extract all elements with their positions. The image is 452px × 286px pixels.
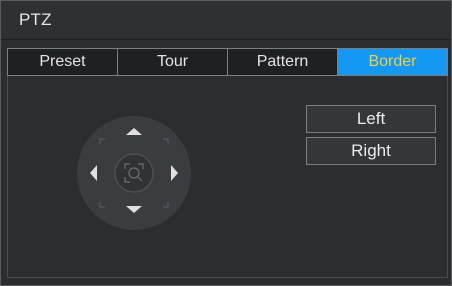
ptz-direction-pad <box>77 116 191 230</box>
left-button[interactable]: Left <box>306 105 436 133</box>
tab-border[interactable]: Border <box>338 49 447 75</box>
tab-pattern[interactable]: Pattern <box>228 49 338 75</box>
right-button[interactable]: Right <box>306 137 436 165</box>
ptz-dialog: PTZ Preset Tour Pattern Border Left Righ… <box>0 0 452 286</box>
dialog-title: PTZ <box>19 10 52 29</box>
title-bar: PTZ <box>1 1 451 40</box>
zoom-center-icon[interactable] <box>114 153 154 193</box>
tab-preset[interactable]: Preset <box>8 49 118 75</box>
tab-bar: Preset Tour Pattern Border <box>7 48 448 76</box>
tab-tour[interactable]: Tour <box>118 49 228 75</box>
